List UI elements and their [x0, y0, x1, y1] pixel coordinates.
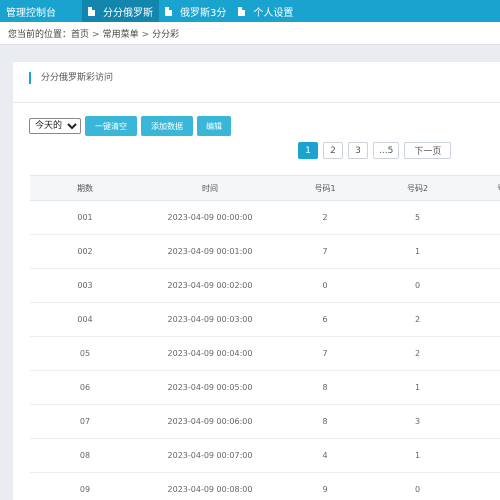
cell-time: 2023-04-09 00:08:00	[140, 472, 280, 500]
cell-number2: 1	[370, 234, 465, 269]
cell-period: 05	[30, 336, 140, 371]
column-header-period[interactable]: 期数	[30, 175, 140, 201]
nav-item-label: 个人设置	[253, 7, 294, 19]
cell-number3: 6	[465, 472, 500, 500]
cell-number2: 2	[370, 336, 465, 371]
nav-item-label: 分分俄罗斯	[103, 7, 153, 19]
cell-period: 07	[30, 404, 140, 439]
table-row[interactable]: 0032023-04-09 00:02:00000	[30, 268, 500, 303]
cell-number3: 3	[465, 438, 500, 473]
cell-period: 08	[30, 438, 140, 473]
cell-time: 2023-04-09 00:06:00	[140, 404, 280, 439]
table-row[interactable]: 052023-04-09 00:04:00729	[30, 336, 500, 371]
table-body: 0012023-04-09 00:00:002570022023-04-09 0…	[30, 200, 500, 500]
breadcrumb-item-current: 分分彩	[152, 29, 180, 40]
document-icon	[88, 6, 95, 16]
cell-number2: 1	[370, 370, 465, 405]
cell-number1: 2	[280, 200, 370, 235]
cell-number1: 4	[280, 438, 370, 473]
breadcrumb-item-menu[interactable]: 常用菜单	[103, 30, 139, 40]
breadcrumb-bar: 您当前的位置：首页 > 常用菜单 > 分分彩	[0, 22, 500, 45]
cell-number3: 7	[465, 302, 500, 337]
cell-number3: 2	[465, 404, 500, 439]
document-icon	[238, 6, 246, 16]
table-row[interactable]: 0042023-04-09 00:03:00627	[30, 302, 500, 337]
breadcrumb-item-home[interactable]: 首页	[71, 30, 89, 40]
edit-button[interactable]: 编辑	[197, 116, 231, 136]
cell-period: 001	[30, 200, 140, 235]
table-row[interactable]: 062023-04-09 00:05:00814	[30, 370, 500, 405]
cell-number2: 5	[370, 200, 465, 235]
cell-number1: 9	[280, 472, 370, 500]
divider	[13, 102, 500, 103]
cell-number1: 8	[280, 370, 370, 405]
cell-period: 003	[30, 268, 140, 303]
cell-time: 2023-04-09 00:04:00	[140, 336, 280, 371]
cell-number1: 7	[280, 336, 370, 371]
table-row[interactable]: 082023-04-09 00:07:00413	[30, 438, 500, 473]
breadcrumb-separator: >	[141, 29, 150, 40]
date-filter-select[interactable]: 今天的	[29, 118, 81, 134]
cell-number1: 8	[280, 404, 370, 439]
app-title: 管理控制台	[6, 8, 56, 19]
cell-period: 06	[30, 370, 140, 405]
pagination: 1 2 3 ...5 下一页	[298, 142, 456, 159]
cell-time: 2023-04-09 00:01:00	[140, 234, 280, 269]
column-header-time[interactable]: 时间	[140, 175, 280, 201]
cell-time: 2023-04-09 00:00:00	[140, 200, 280, 235]
content-panel: 分分俄罗斯彩访问 今天的 一键清空 添加数据 编辑 1 2 3 ...5 下一页…	[13, 62, 500, 500]
cell-number3: 7	[465, 200, 500, 235]
cell-time: 2023-04-09 00:05:00	[140, 370, 280, 405]
cell-period: 09	[30, 472, 140, 500]
page-button-last[interactable]: ...5	[373, 142, 400, 159]
cell-number1: 7	[280, 234, 370, 269]
page-button-2[interactable]: 2	[323, 142, 343, 159]
cell-number2: 2	[370, 302, 465, 337]
table-row[interactable]: 092023-04-09 00:08:00906	[30, 472, 500, 500]
column-header-number2[interactable]: 号码2	[370, 175, 465, 201]
page-button-3[interactable]: 3	[348, 142, 368, 159]
nav-item-fenfen-russia[interactable]: 分分俄罗斯	[82, 0, 159, 22]
cell-number2: 0	[370, 268, 465, 303]
table-row[interactable]: 072023-04-09 00:06:00832	[30, 404, 500, 439]
cell-period: 004	[30, 302, 140, 337]
nav-item-russia-3min[interactable]: 俄罗斯3分	[159, 0, 232, 22]
results-table-container: 期数 时间 号码1 号码2 号码3 0012023-04-09 00:00:00…	[30, 175, 500, 500]
cell-number2: 1	[370, 438, 465, 473]
breadcrumb-separator: >	[92, 29, 100, 40]
cell-number3: 0	[465, 268, 500, 303]
table-header-row: 期数 时间 号码1 号码2 号码3	[30, 175, 500, 201]
cell-number1: 0	[280, 268, 370, 303]
cell-number3: 4	[465, 370, 500, 405]
add-data-button[interactable]: 添加数据	[141, 116, 193, 136]
column-header-number3[interactable]: 号码3	[465, 175, 500, 201]
cell-period: 002	[30, 234, 140, 269]
next-page-button[interactable]: 下一页	[404, 142, 452, 159]
cell-time: 2023-04-09 00:02:00	[140, 268, 280, 303]
cell-number2: 0	[370, 472, 465, 500]
cell-number2: 3	[370, 404, 465, 439]
page-button-1[interactable]: 1	[298, 142, 318, 159]
toolbar: 今天的 一键清空 添加数据 编辑	[29, 116, 235, 136]
top-navigation-bar: 管理控制台 分分俄罗斯 俄罗斯3分 个人设置	[0, 0, 500, 22]
nav-item-personal-settings[interactable]: 个人设置	[232, 0, 299, 22]
column-header-number1[interactable]: 号码1	[280, 175, 370, 201]
cell-number1: 6	[280, 302, 370, 337]
results-table: 期数 时间 号码1 号码2 号码3 0012023-04-09 00:00:00…	[30, 175, 500, 500]
top-nav: 分分俄罗斯 俄罗斯3分 个人设置	[82, 0, 299, 22]
breadcrumb: 您当前的位置：首页 > 常用菜单 > 分分彩	[8, 27, 179, 40]
cell-number3: 2	[465, 234, 500, 269]
nav-item-label: 俄罗斯3分	[180, 7, 227, 19]
table-row[interactable]: 0012023-04-09 00:00:00257	[30, 200, 500, 235]
cell-time: 2023-04-09 00:07:00	[140, 438, 280, 473]
breadcrumb-prefix: 您当前的位置：	[8, 29, 72, 40]
table-row[interactable]: 0022023-04-09 00:01:00712	[30, 234, 500, 269]
document-icon	[165, 6, 172, 16]
panel-title: 分分俄罗斯彩访问	[29, 72, 113, 84]
cell-number3: 9	[465, 336, 500, 371]
cell-time: 2023-04-09 00:03:00	[140, 302, 280, 337]
clear-all-button[interactable]: 一键清空	[85, 116, 137, 136]
